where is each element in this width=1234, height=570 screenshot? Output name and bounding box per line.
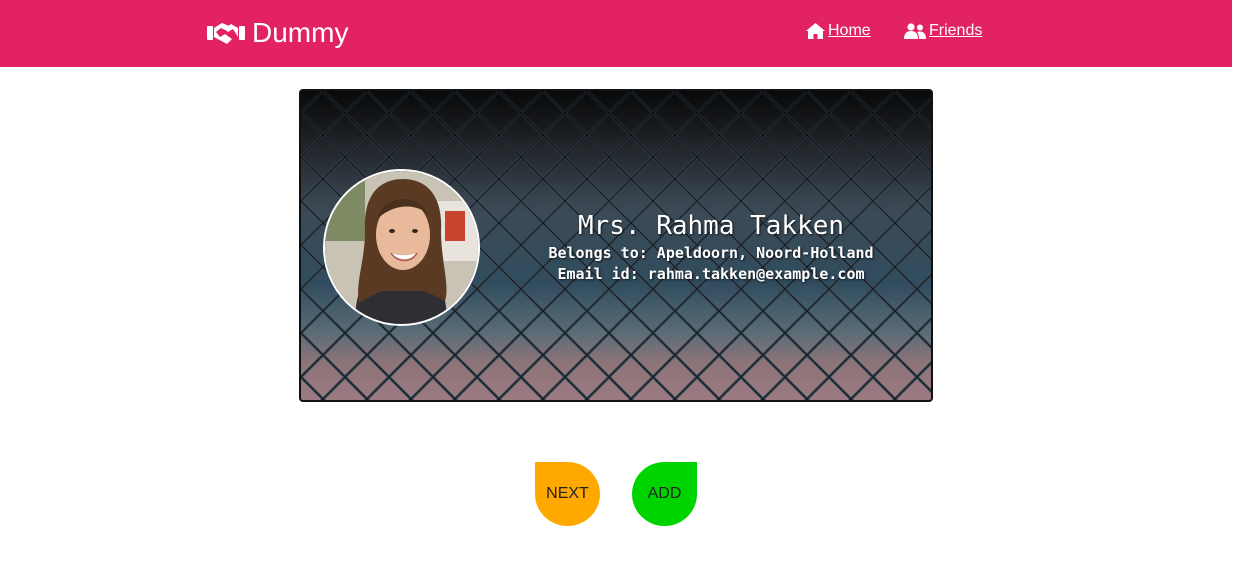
profile-name: Mrs. Rahma Takken <box>577 211 845 241</box>
friends-icon <box>904 23 926 39</box>
brand[interactable]: Dummy <box>207 15 348 51</box>
home-icon <box>806 23 825 39</box>
nav-link-home-label: Home <box>828 22 871 39</box>
brand-name: Dummy <box>252 17 349 48</box>
handshake-icon <box>207 23 245 44</box>
nav-link-friends-label: Friends <box>929 22 983 39</box>
profile-card: Mrs. Rahma Takken Belongs to: Apeldoorn,… <box>299 89 933 402</box>
add-button[interactable]: ADD <box>632 462 697 526</box>
nav-link-home[interactable]: Home <box>806 22 871 40</box>
profile-location: Belongs to: Apeldoorn, Noord-Holland <box>548 244 874 262</box>
avatar-photo <box>325 171 478 324</box>
profile-info: Mrs. Rahma Takken Belongs to: Apeldoorn,… <box>541 209 881 285</box>
navbar: Dummy Home Friends <box>0 0 1232 67</box>
avatar <box>323 169 480 326</box>
nav-link-friends[interactable]: Friends <box>904 22 982 40</box>
profile-email: Email id: rahma.takken@example.com <box>557 265 865 283</box>
next-button[interactable]: NEXT <box>535 462 600 526</box>
